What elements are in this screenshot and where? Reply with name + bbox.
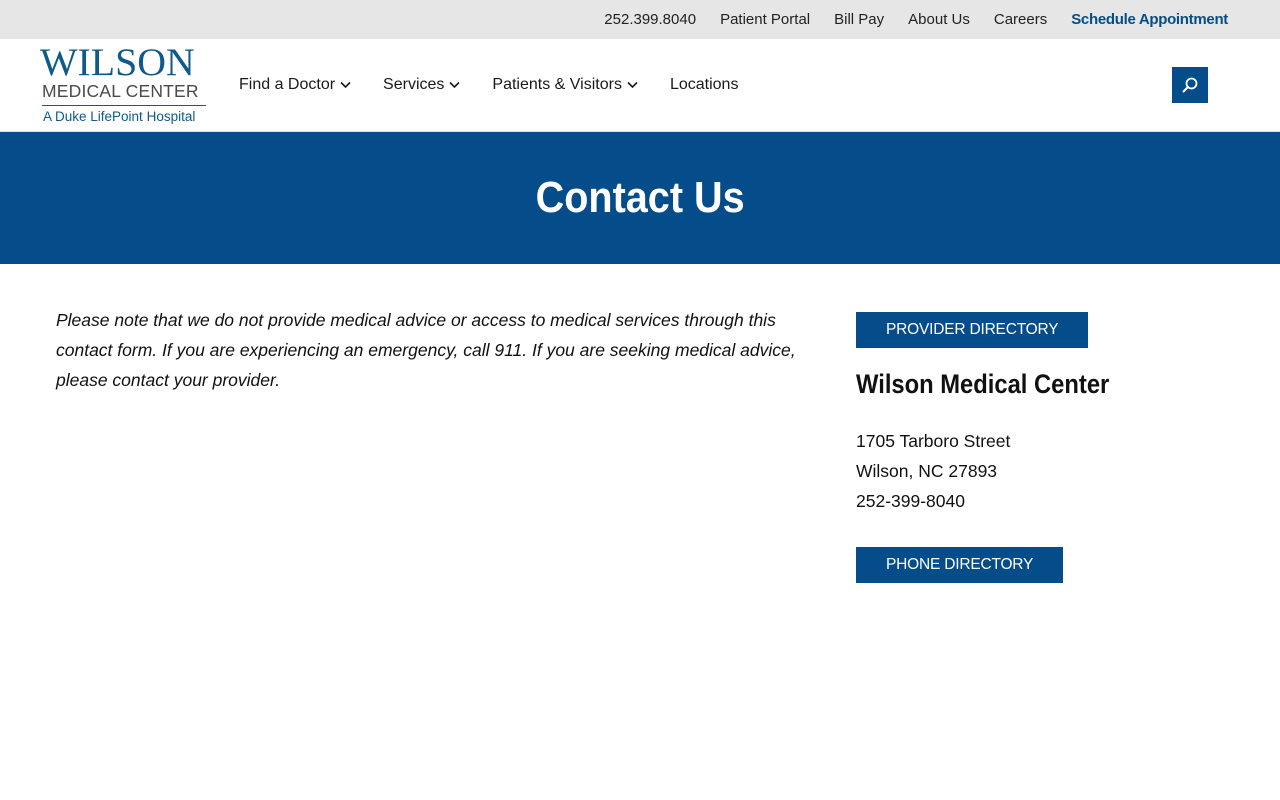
search-icon [1182, 77, 1198, 93]
nav-item-label: Find a Doctor [239, 76, 336, 93]
logo-subtitle: MEDICAL CENTER [42, 81, 199, 101]
site-header: WILSON MEDICAL CENTER A Duke LifePoint H… [0, 39, 1280, 132]
about-us-link[interactable]: About Us [908, 11, 970, 28]
nav-item-locations[interactable]: Locations [670, 76, 739, 94]
contact-sidebar: PROVIDER DIRECTORY Wilson Medical Center… [856, 312, 1236, 583]
page-hero: Contact Us [0, 132, 1280, 264]
logo-wordmark: WILSON [40, 41, 195, 84]
main-nav: Find a Doctor Services Patients & Visito… [239, 39, 770, 131]
careers-link[interactable]: Careers [994, 11, 1047, 28]
patient-portal-link[interactable]: Patient Portal [720, 11, 810, 28]
nav-item-label: Patients & Visitors [492, 76, 622, 93]
logo-tagline: A Duke LifePoint Hospital [43, 109, 196, 124]
address-city: Wilson, NC 27893 [856, 461, 998, 481]
utility-bar: 252.399.8040 Patient Portal Bill Pay Abo… [0, 0, 1280, 39]
contact-notice: Please note that we do not provide medic… [56, 310, 796, 390]
chevron-down-icon [627, 81, 638, 89]
page-title: Contact Us [535, 173, 745, 222]
search-button[interactable] [1172, 67, 1208, 103]
organization-name: Wilson Medical Center [856, 369, 1110, 399]
address-block: 1705 Tarboro Street Wilson, NC 27893 252… [856, 426, 1236, 516]
utility-nav: 252.399.8040 Patient Portal Bill Pay Abo… [580, 0, 1228, 39]
nav-item-patients-visitors[interactable]: Patients & Visitors [492, 76, 638, 94]
schedule-appointment-link[interactable]: Schedule Appointment [1071, 11, 1228, 28]
logo-divider [42, 105, 206, 106]
nav-item-label: Locations [669, 76, 739, 93]
utility-phone-link[interactable]: 252.399.8040 [604, 11, 696, 28]
chevron-down-icon [340, 81, 351, 89]
nav-item-label: Services [383, 76, 445, 93]
site-logo[interactable]: WILSON MEDICAL CENTER A Duke LifePoint H… [40, 41, 210, 127]
bill-pay-link[interactable]: Bill Pay [834, 11, 884, 28]
phone-directory-button[interactable]: PHONE DIRECTORY [856, 547, 1064, 583]
provider-directory-button[interactable]: PROVIDER DIRECTORY [856, 312, 1089, 348]
address-street: 1705 Tarboro Street [856, 431, 1011, 451]
chevron-down-icon [449, 81, 460, 89]
nav-item-find-a-doctor[interactable]: Find a Doctor [239, 76, 351, 94]
nav-item-services[interactable]: Services [383, 76, 460, 94]
contact-phone-link[interactable]: 252-399-8040 [856, 486, 1236, 516]
